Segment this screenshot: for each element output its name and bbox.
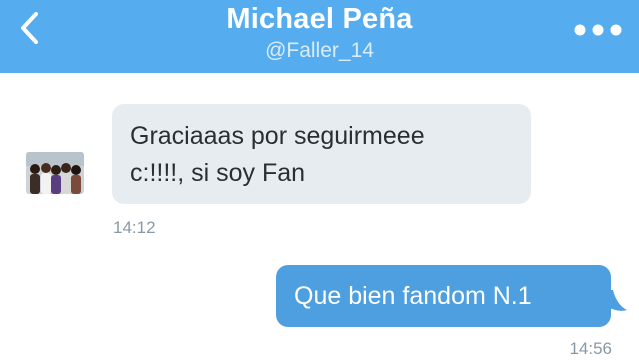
outgoing-message-timestamp: 14:56: [569, 339, 612, 358]
conversation-header: Michael Peña @Faller_14: [0, 0, 639, 73]
more-dots-icon: [574, 24, 622, 36]
incoming-message-bubble[interactable]: Graciaaas por seguirmeee c:!!!!, si soy …: [112, 104, 531, 204]
conversation-handle: @Faller_14: [265, 39, 374, 62]
outgoing-message-text: Que bien fandom N.1: [294, 282, 532, 310]
incoming-message-timestamp: 14:12: [113, 218, 156, 237]
outgoing-bubble-tail: [609, 290, 627, 311]
incoming-message-line-1: Graciaaas por seguirmeee: [130, 122, 425, 150]
conversation-title: Michael Peña: [226, 3, 413, 35]
sender-avatar[interactable]: [26, 152, 84, 194]
outgoing-message-bubble[interactable]: Que bien fandom N.1: [276, 265, 611, 327]
incoming-message-line-2: c:!!!!, si soy Fan: [130, 159, 306, 187]
more-options-button[interactable]: [571, 18, 625, 42]
